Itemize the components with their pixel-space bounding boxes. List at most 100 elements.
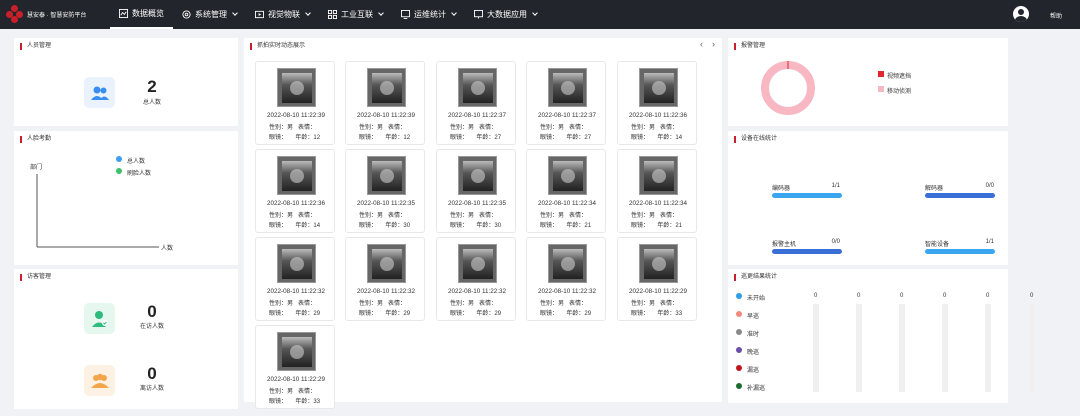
gear-icon (182, 10, 191, 19)
expression-label: 表情： (660, 213, 679, 219)
capture-card[interactable]: 2022-08-10 11:22:29 性别：男 表情： 眼镜： 年龄：33 (255, 325, 335, 409)
visitor-left-icon (84, 365, 115, 396)
device-title: 设备在线统计 (734, 136, 777, 143)
capture-attrs-line1: 性别：男 表情： (269, 122, 316, 131)
patrol-legend-label[interactable]: 准时 (747, 329, 759, 338)
nav-overview[interactable]: 数据概览 (110, 0, 173, 29)
expression-label: 表情： (479, 213, 498, 219)
face-snapshot-image[interactable] (458, 68, 497, 107)
age-value: 21 (675, 223, 683, 229)
next-arrow-icon[interactable]: › (712, 39, 715, 49)
capture-attrs-line1: 性别：男 表情： (631, 122, 678, 131)
nav-industry[interactable]: 工业互联 (319, 0, 392, 29)
capture-card[interactable]: 2022-08-10 11:22:32 性别：男 表情： 眼镜： 年龄：29 (345, 237, 425, 321)
expression-label: 表情： (298, 301, 317, 307)
personnel-panel: 人员管理 2 总人数 (14, 38, 238, 126)
alarm-title: 报警管理 (734, 43, 765, 50)
capture-time: 2022-08-10 11:22:35 (356, 200, 415, 207)
patrol-bar-value: 0 (900, 293, 904, 299)
capture-card[interactable]: 2022-08-10 11:22:39 性别：男 表情： 眼镜： 年龄：12 (255, 61, 335, 145)
capture-card[interactable]: 2022-08-10 11:22:32 性别：男 表情： 眼镜： 年龄：29 (255, 237, 335, 321)
patrol-legend-label[interactable]: 早巡 (747, 311, 759, 320)
face-snapshot-image[interactable] (458, 244, 497, 283)
capture-card[interactable]: 2022-08-10 11:22:35 性别：男 表情： 眼镜： 年龄：30 (345, 149, 425, 233)
face-snapshot-image[interactable] (639, 68, 678, 107)
capture-attrs-line2: 眼镜： 年龄：27 (540, 132, 591, 141)
gender-label: 性别： (540, 213, 559, 219)
help-link[interactable]: 帮助 (1050, 11, 1062, 20)
device-smart-label: 智能设备 (925, 242, 950, 248)
legend-motion-label[interactable]: 移动侦测 (887, 86, 911, 95)
age-label: 年龄： (295, 135, 314, 141)
capture-time: 2022-08-10 11:22:34 (628, 200, 687, 207)
patrol-legend-label[interactable]: 漏巡 (747, 365, 759, 374)
face-snapshot-image[interactable] (639, 156, 678, 195)
gender-value: 男 (649, 301, 656, 307)
capture-panel: 抓拍实时动态展示 ‹ › 2022-08-10 11:22:39 性别：男 表情：… (244, 38, 722, 409)
prev-arrow-icon[interactable]: ‹ (700, 39, 703, 49)
face-snapshot-image[interactable] (458, 156, 497, 195)
capture-card[interactable]: 2022-08-10 11:22:36 性别：男 表情： 眼镜： 年龄：14 (617, 61, 697, 145)
face-snapshot-image[interactable] (548, 68, 587, 107)
gender-label: 性别： (540, 301, 559, 307)
face-snapshot-image[interactable] (367, 156, 406, 195)
nav-system[interactable]: 系统管理 (173, 0, 246, 29)
capture-time: 2022-08-10 11:22:36 (628, 112, 687, 119)
patrol-legend-label[interactable]: 未开始 (747, 293, 765, 302)
capture-attrs-line2: 眼镜： 年龄：27 (450, 132, 501, 141)
age-label: 年龄： (385, 223, 404, 229)
brand-logo[interactable]: 慧安泰 · 智慧安防平台 (6, 5, 86, 23)
gender-value: 男 (377, 125, 384, 131)
capture-card[interactable]: 2022-08-10 11:22:32 性别：男 表情： 眼镜： 年龄：29 (526, 237, 606, 321)
gender-value: 男 (287, 389, 294, 395)
visitors-panel: 访客管理 0 在访人数 0 离访人数 (14, 269, 238, 409)
capture-card[interactable]: 2022-08-10 11:22:35 性别：男 表情： 眼镜： 年龄：30 (436, 149, 516, 233)
face-snapshot-image[interactable] (277, 332, 316, 371)
face-snapshot-image[interactable] (367, 244, 406, 283)
expression-label: 表情： (298, 125, 317, 131)
total-persons-label: 总人数 (142, 100, 161, 106)
capture-card[interactable]: 2022-08-10 11:22:29 性别：男 表情： 眼镜： 年龄：33 (617, 237, 697, 321)
chevron-down-icon (305, 10, 311, 16)
gender-value: 男 (377, 213, 384, 219)
nav-ops[interactable]: 运维统计 (392, 0, 465, 29)
user-avatar[interactable] (1013, 6, 1029, 22)
chevron-down-icon (232, 10, 238, 16)
nav-vision[interactable]: 视觉物联 (246, 0, 319, 29)
age-value: 30 (494, 223, 502, 229)
legend-occlusion-label[interactable]: 视频遮挡 (887, 71, 911, 80)
face-snapshot-image[interactable] (639, 244, 678, 283)
face-snapshot-image[interactable] (548, 156, 587, 195)
device-alarmhost-value: 0/0 (831, 239, 840, 245)
main-nav: 数据概览 系统管理 视觉物联 工业互联 运维统计 大数据应用 (110, 0, 546, 29)
device-alarmhost-label: 报警主机 (772, 242, 797, 248)
capture-attrs-line2: 眼镜： 年龄：33 (631, 308, 682, 317)
face-snapshot-image[interactable] (548, 244, 587, 283)
grid-icon (328, 10, 337, 19)
capture-card[interactable]: 2022-08-10 11:22:32 性别：男 表情： 眼镜： 年龄：29 (436, 237, 516, 321)
patrol-legend-dot (736, 293, 742, 299)
gender-label: 性别： (269, 125, 288, 131)
patrol-legend-label[interactable]: 补漏巡 (747, 383, 765, 392)
capture-card[interactable]: 2022-08-10 11:22:37 性别：男 表情： 眼镜： 年龄：27 (436, 61, 516, 145)
face-snapshot-image[interactable] (277, 244, 316, 283)
face-snapshot-image[interactable] (367, 68, 406, 107)
capture-card[interactable]: 2022-08-10 11:22:37 性别：男 表情： 眼镜： 年龄：27 (526, 61, 606, 145)
capture-card[interactable]: 2022-08-10 11:22:34 性别：男 表情： 眼镜： 年龄：21 (526, 149, 606, 233)
capture-time: 2022-08-10 11:22:32 (537, 288, 596, 295)
capture-card[interactable]: 2022-08-10 11:22:39 性别：男 表情： 眼镜： 年龄：12 (345, 61, 425, 145)
glasses-label: 眼镜： (540, 223, 559, 229)
age-value: 14 (313, 223, 321, 229)
capture-attrs-line1: 性别：男 表情： (540, 210, 587, 219)
glasses-label: 眼镜： (631, 223, 650, 229)
capture-card[interactable]: 2022-08-10 11:22:36 性别：男 表情： 眼镜： 年龄：14 (255, 149, 335, 233)
legend-total-label[interactable]: 总人数 (127, 156, 145, 165)
patrol-legend-label[interactable]: 晚巡 (747, 347, 759, 356)
capture-card[interactable]: 2022-08-10 11:22:34 性别：男 表情： 眼镜： 年龄：21 (617, 149, 697, 233)
gender-value: 男 (468, 213, 475, 219)
gender-value: 男 (468, 301, 475, 307)
face-snapshot-image[interactable] (277, 156, 316, 195)
nav-vision-label: 视觉物联 (268, 10, 300, 19)
nav-bigdata[interactable]: 大数据应用 (465, 0, 546, 29)
face-snapshot-image[interactable] (277, 68, 316, 107)
